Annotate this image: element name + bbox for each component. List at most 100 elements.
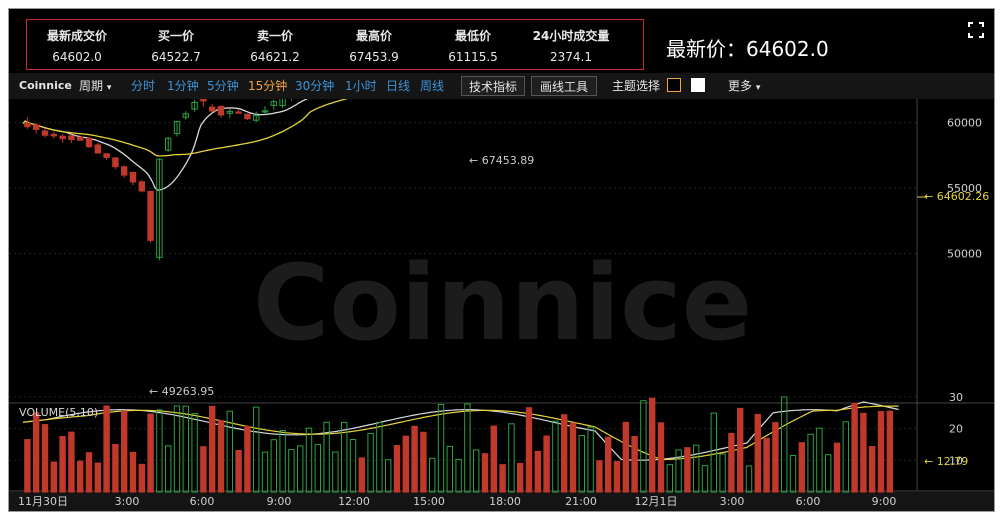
volume-bar [253,406,260,493]
volume-bar [33,412,40,493]
volume-bar [200,446,207,493]
time-tick-label: 9:00 [872,495,897,508]
volume-bar [728,432,735,493]
time-tick-label: 6:00 [190,495,215,508]
low-annotation: ← 49263.95 [149,385,214,398]
period-option-active[interactable]: 15分钟 [248,73,287,99]
more-menu[interactable]: 更多 ▾ [728,73,760,99]
brand-logo: Coinnice [19,79,72,92]
time-tick-label: 18:00 [489,495,521,508]
volume-bar [314,444,322,493]
stat-value: 64602.0 [52,50,102,64]
candle-body [41,130,49,136]
draw-tool-button[interactable]: 画线工具 [531,76,597,96]
candle-body [24,122,31,128]
candle-body [50,133,57,137]
stat-value: 64522.7 [151,50,201,64]
period-option[interactable]: 1分钟 [167,73,199,99]
time-tick-label: 11月30日 [18,495,68,508]
volume-bar [165,445,172,493]
volume-bar [446,445,454,493]
volume-bar [649,397,656,493]
volume-bar [693,444,700,493]
volume-bar [860,412,867,493]
volume-bar [147,413,154,493]
volume-bar [402,435,410,493]
volume-bar [50,461,57,493]
fullscreen-icon[interactable] [967,21,985,39]
period-option[interactable]: 周线 [420,73,444,99]
volume-bar [490,425,498,493]
volume-bar [833,442,841,493]
volume-bar [596,460,603,493]
theme-dark-swatch[interactable] [667,78,681,92]
volume-bar [710,412,717,493]
volume-bar [68,431,75,493]
candle-body [209,106,216,112]
stat-label: 最新成交价 [46,29,107,43]
period-option[interactable]: 日线 [386,73,410,99]
volume-bar [261,451,269,493]
stat-label: 最低价 [454,29,491,43]
stat-label: 24小时成交量 [532,29,610,43]
volume-bar [376,421,383,493]
period-option[interactable]: 30分钟 [295,73,334,99]
volume-bar [191,413,198,493]
volume-bar [886,410,893,493]
chevron-down-icon: ▾ [755,83,761,93]
candle-body [112,157,119,168]
more-label: 更多 [728,79,753,93]
candle-body [244,113,251,120]
volume-bar [358,457,366,493]
volume-bar [525,407,533,493]
last-price-tag-value: 64602.26 [937,190,990,203]
volume-bar [534,450,541,493]
theme-label: 主题选择 [612,79,661,93]
volume-bar [745,465,753,493]
volume-bar [587,426,594,493]
period-option[interactable]: 分时 [131,73,155,99]
stat-label: 卖一价 [256,29,293,43]
price-tick-label: 60000 [947,117,982,130]
volume-bar [385,459,392,493]
volume-bar [657,422,665,493]
volume-bar [684,447,691,493]
volume-bar [701,465,709,493]
theme-light-swatch[interactable] [691,78,705,92]
volume-bar [481,453,489,493]
period-selector[interactable]: 周期 ▾ [79,73,111,99]
volume-bar [349,438,357,493]
volume-bar [332,451,339,493]
volume-bar [41,424,49,493]
period-option[interactable]: 1小时 [345,73,377,99]
candle-body [138,181,146,192]
volume-bar [182,405,190,493]
low-annotation-value: 49263.95 [162,385,215,398]
volume-bar [552,420,559,493]
last-price-tag: ← 64602.26 [924,190,989,203]
volume-bar [270,439,278,493]
high-annotation: ← 67453.89 [469,154,534,167]
volume-bar [561,414,568,493]
candle-body [33,124,40,130]
chevron-down-icon: ▾ [106,83,112,93]
ma-fast-line [22,99,308,191]
volume-bar [138,463,146,493]
last-price-display: 最新价：64602.0 [666,37,829,61]
time-tick-label: 6:00 [796,495,821,508]
volume-bar [851,402,858,493]
indicator-button[interactable]: 技术指标 [461,76,525,96]
volume-bar [473,449,480,493]
watermark: Coinnice [253,242,752,364]
volume-bar [77,460,84,493]
volume-bar [754,413,761,493]
kline-chart[interactable]: Coinnice 5000055000600006500010203011月30… [9,99,994,511]
period-option[interactable]: 5分钟 [207,73,239,99]
candle-body [129,171,137,183]
volume-bar [393,444,401,493]
stat-value: 2374.1 [550,50,592,64]
time-tick-label: 9:00 [267,495,292,508]
volume-bar [429,457,436,493]
moving-average-lines [22,99,349,191]
volume-bar [517,462,524,493]
